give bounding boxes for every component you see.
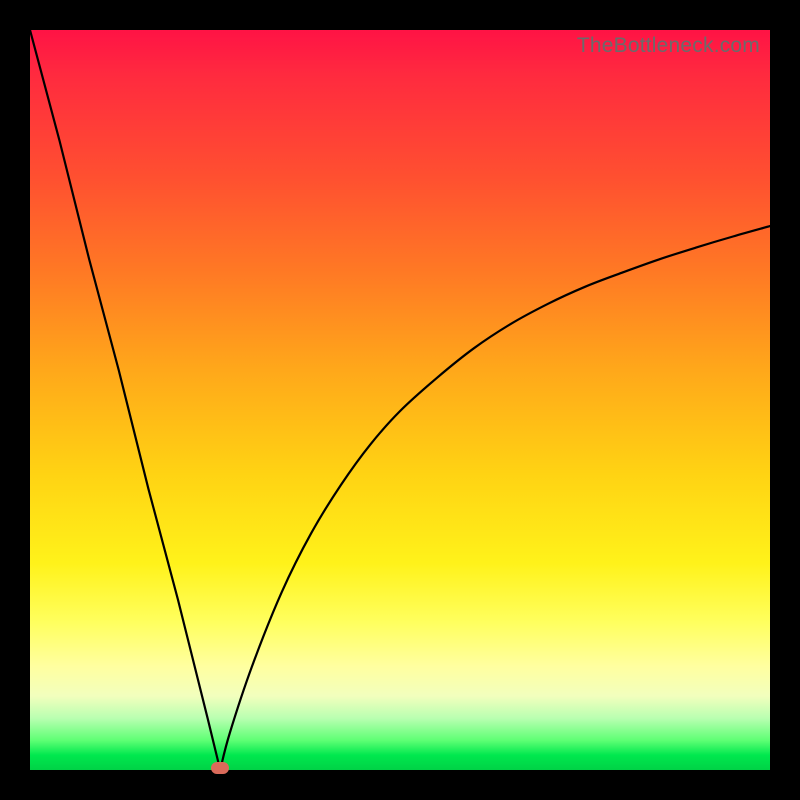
plot-area: TheBottleneck.com — [30, 30, 770, 770]
bottleneck-curve — [30, 30, 770, 770]
chart-frame: TheBottleneck.com — [0, 0, 800, 800]
optimum-marker — [211, 762, 229, 774]
